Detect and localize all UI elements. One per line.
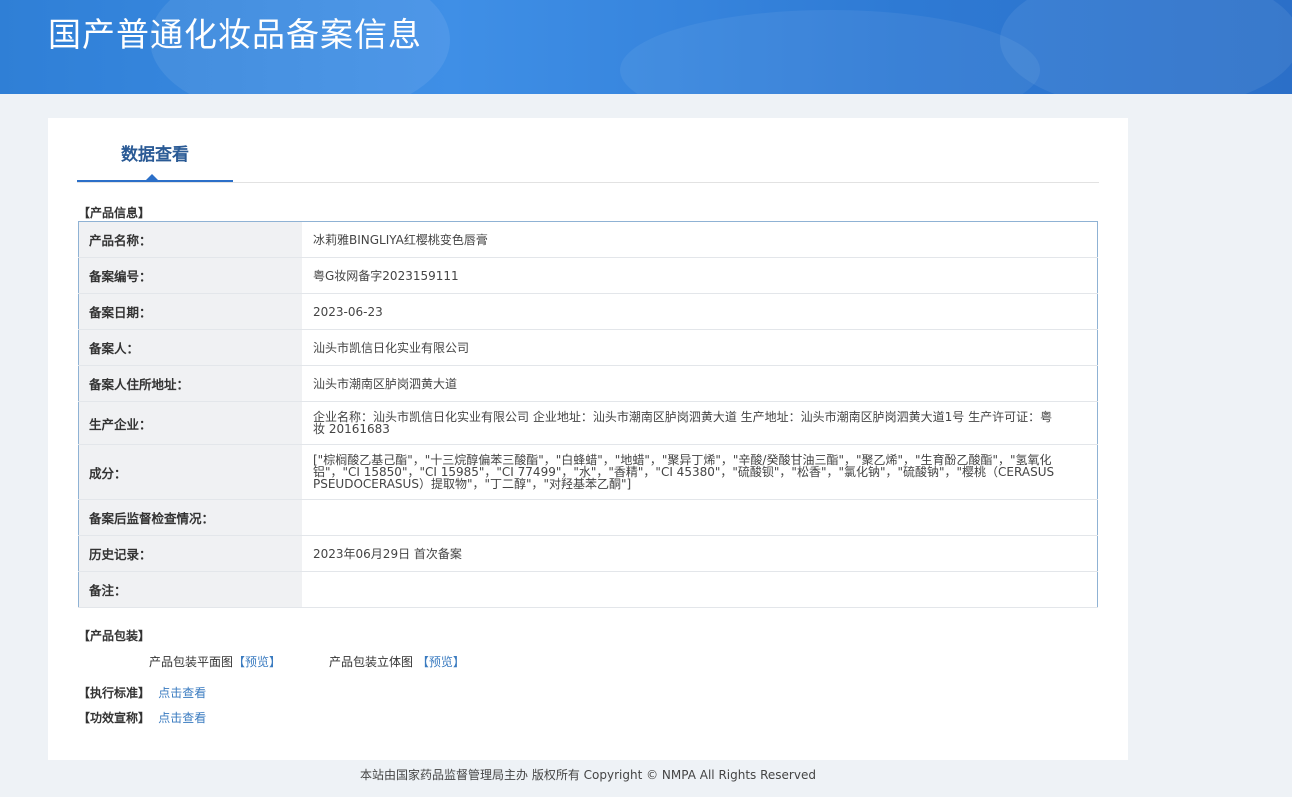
packaging-flat-label: 产品包装平面图 (149, 655, 234, 669)
packaging-flat: 产品包装平面图【预览】 (149, 653, 281, 670)
table-row: 成分： ["棕榈酸乙基己酯"，"十三烷醇偏苯三酸酯"，"白蜂蜡"，"地蜡"，"聚异… (78, 444, 1098, 500)
efficacy-view-link[interactable]: 点击查看 (158, 711, 206, 725)
field-label: 备案日期： (78, 293, 302, 330)
section-standard: 【执行标准】 点击查看 (78, 684, 206, 701)
banner-decoration (1000, 0, 1292, 94)
section-product-info: 【产品信息】 (78, 206, 151, 220)
table-row: 生产企业： 企业名称：汕头市凯信日化实业有限公司 企业地址：汕头市潮南区胪岗泗黄大… (78, 401, 1098, 445)
footer-copyright: 本站由国家药品监督管理局主办 版权所有 Copyright © NMPA All… (360, 768, 816, 782)
field-label: 成分： (78, 444, 302, 500)
packaging-stereo: 产品包装立体图 【预览】 (329, 653, 465, 670)
field-value: 2023年06月29日 首次备案 (302, 535, 1098, 572)
field-label: 备案人： (78, 329, 302, 366)
table-row: 备案编号： 粤G妆网备字2023159111 (78, 257, 1098, 294)
header-banner: 国产普通化妆品备案信息 (0, 0, 1292, 94)
tab-data-view[interactable]: 数据查看 (77, 118, 233, 182)
field-label: 备案编号： (78, 257, 302, 294)
field-label: 备案后监督检查情况： (78, 499, 302, 536)
field-value (302, 571, 1098, 608)
field-label: 产品名称： (78, 221, 302, 258)
standard-label: 【执行标准】 (78, 686, 151, 700)
packaging-flat-preview-link[interactable]: 【预览】 (233, 655, 281, 669)
field-value: ["棕榈酸乙基己酯"，"十三烷醇偏苯三酸酯"，"白蜂蜡"，"地蜡"，"聚异丁烯"… (302, 444, 1098, 500)
efficacy-label: 【功效宣称】 (78, 711, 151, 725)
field-label: 历史记录： (78, 535, 302, 572)
table-row: 备注： (78, 571, 1098, 608)
table-row: 备案日期： 2023-06-23 (78, 293, 1098, 330)
field-value: 粤G妆网备字2023159111 (302, 257, 1098, 294)
field-value: 2023-06-23 (302, 293, 1098, 330)
section-efficacy: 【功效宣称】 点击查看 (78, 709, 206, 726)
field-value (302, 499, 1098, 536)
tab-bar: 数据查看 (77, 118, 1099, 183)
field-label: 备案人住所地址： (78, 365, 302, 402)
field-value: 企业名称：汕头市凯信日化实业有限公司 企业地址：汕头市潮南区胪岗泗黄大道 生产地… (302, 401, 1098, 445)
page-title: 国产普通化妆品备案信息 (48, 15, 422, 54)
packaging-stereo-preview-link[interactable]: 【预览】 (417, 655, 465, 669)
table-row: 备案后监督检查情况： (78, 499, 1098, 536)
field-value: 汕头市潮南区胪岗泗黄大道 (302, 365, 1098, 402)
table-row: 备案人住所地址： 汕头市潮南区胪岗泗黄大道 (78, 365, 1098, 402)
table-row: 历史记录： 2023年06月29日 首次备案 (78, 535, 1098, 572)
field-value: 汕头市凯信日化实业有限公司 (302, 329, 1098, 366)
banner-decoration (620, 10, 1040, 94)
section-packaging: 【产品包装】 (78, 629, 151, 643)
packaging-stereo-label: 产品包装立体图 (329, 655, 414, 669)
field-label: 备注： (78, 571, 302, 608)
table-row: 备案人： 汕头市凯信日化实业有限公司 (78, 329, 1098, 366)
field-label: 生产企业： (78, 401, 302, 445)
field-value: 冰莉雅BINGLIYA红樱桃变色唇膏 (302, 221, 1098, 258)
product-info-table: 产品名称： 冰莉雅BINGLIYA红樱桃变色唇膏 备案编号： 粤G妆网备字202315… (78, 221, 1098, 608)
tab-caret-icon (146, 174, 158, 180)
table-row: 产品名称： 冰莉雅BINGLIYA红樱桃变色唇膏 (78, 221, 1098, 258)
content-card: 数据查看 【产品信息】 产品名称： 冰莉雅BINGLIYA红樱桃变色唇膏 备案编号：… (48, 118, 1128, 760)
standard-view-link[interactable]: 点击查看 (158, 686, 206, 700)
